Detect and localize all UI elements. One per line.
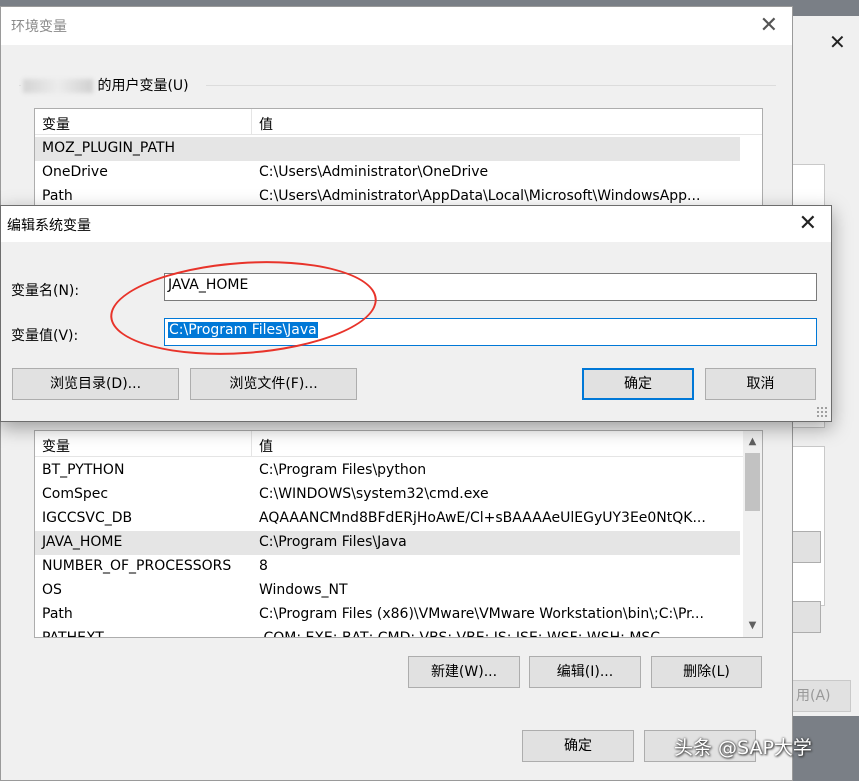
dialog-title: 编辑系统变量 [7,218,91,234]
column-header-variable[interactable]: 变量 [42,436,70,456]
apply-button[interactable]: 用(A) [791,680,851,712]
table-row[interactable]: OneDrive C:\Users\Administrator\OneDrive [35,161,740,185]
close-icon[interactable]: ✕ [799,211,817,236]
variable-value-label: 变量值(V): [11,328,79,344]
vertical-scrollbar[interactable]: ▲ ▼ [743,431,762,637]
close-icon[interactable]: ✕ [829,30,846,54]
edit-button[interactable]: 编辑(I)... [529,656,641,688]
browse-file-button[interactable]: 浏览文件(F)... [190,368,357,400]
table-row[interactable]: PATHEXT .COM;.EXE;.BAT;.CMD;.VBS;.VBE;.J… [35,627,740,637]
title-bar: 编辑系统变量 ✕ [1,206,831,242]
scroll-up-arrow-icon[interactable]: ▲ [743,433,762,451]
title-bar: 环境变量 ✕ [1,7,792,45]
column-header-value[interactable]: 值 [259,114,273,134]
ok-button[interactable]: 确定 [522,730,634,762]
background-button[interactable] [791,531,821,563]
table-row[interactable]: BT_PYTHON C:\Program Files\python [35,459,740,483]
table-row[interactable]: MOZ_PLUGIN_PATH [35,137,740,161]
scroll-down-arrow-icon[interactable]: ▼ [743,617,762,635]
user-variables-list[interactable]: 变量 值 MOZ_PLUGIN_PATH OneDrive C:\Users\A… [34,108,763,208]
scroll-thumb[interactable] [745,453,760,511]
column-header-value[interactable]: 值 [259,436,273,456]
background-button[interactable] [791,601,821,633]
background-field [791,446,825,606]
watermark: 头条 @SAP大学 [674,737,812,759]
browse-directory-button[interactable]: 浏览目录(D)... [12,368,179,400]
list-header: 变量 值 [35,431,762,457]
delete-button[interactable]: 删除(L) [651,656,762,688]
system-variables-list[interactable]: 变量 值 BT_PYTHON C:\Program Files\python C… [34,430,763,638]
user-vars-label: 的用户变量(U) [97,78,189,94]
table-row[interactable]: ComSpec C:\WINDOWS\system32\cmd.exe [35,483,740,507]
window-title: 环境变量 [11,19,67,35]
table-row[interactable]: Path C:\Program Files (x86)\VMware\VMwar… [35,603,740,627]
new-button[interactable]: 新建(W)... [408,656,520,688]
column-header-variable[interactable]: 变量 [42,114,70,134]
table-row[interactable]: NUMBER_OF_PROCESSORS 8 [35,555,740,579]
table-row[interactable]: JAVA_HOME C:\Program Files\Java [35,531,740,555]
list-header: 变量 值 [35,109,762,135]
resize-grip-icon[interactable] [816,406,828,418]
cancel-button[interactable]: 取消 [705,368,816,400]
ok-button[interactable]: 确定 [582,368,694,400]
redacted-username [23,79,93,93]
table-row[interactable]: IGCCSVC_DB AQAAANCMnd8BFdERjHoAwE/Cl+sBA… [35,507,740,531]
table-row[interactable]: OS Windows_NT [35,579,740,603]
variable-name-label: 变量名(N): [11,283,80,299]
user-variables-group-label: 的用户变量(U) [23,75,189,95]
close-icon[interactable]: ✕ [760,13,778,38]
